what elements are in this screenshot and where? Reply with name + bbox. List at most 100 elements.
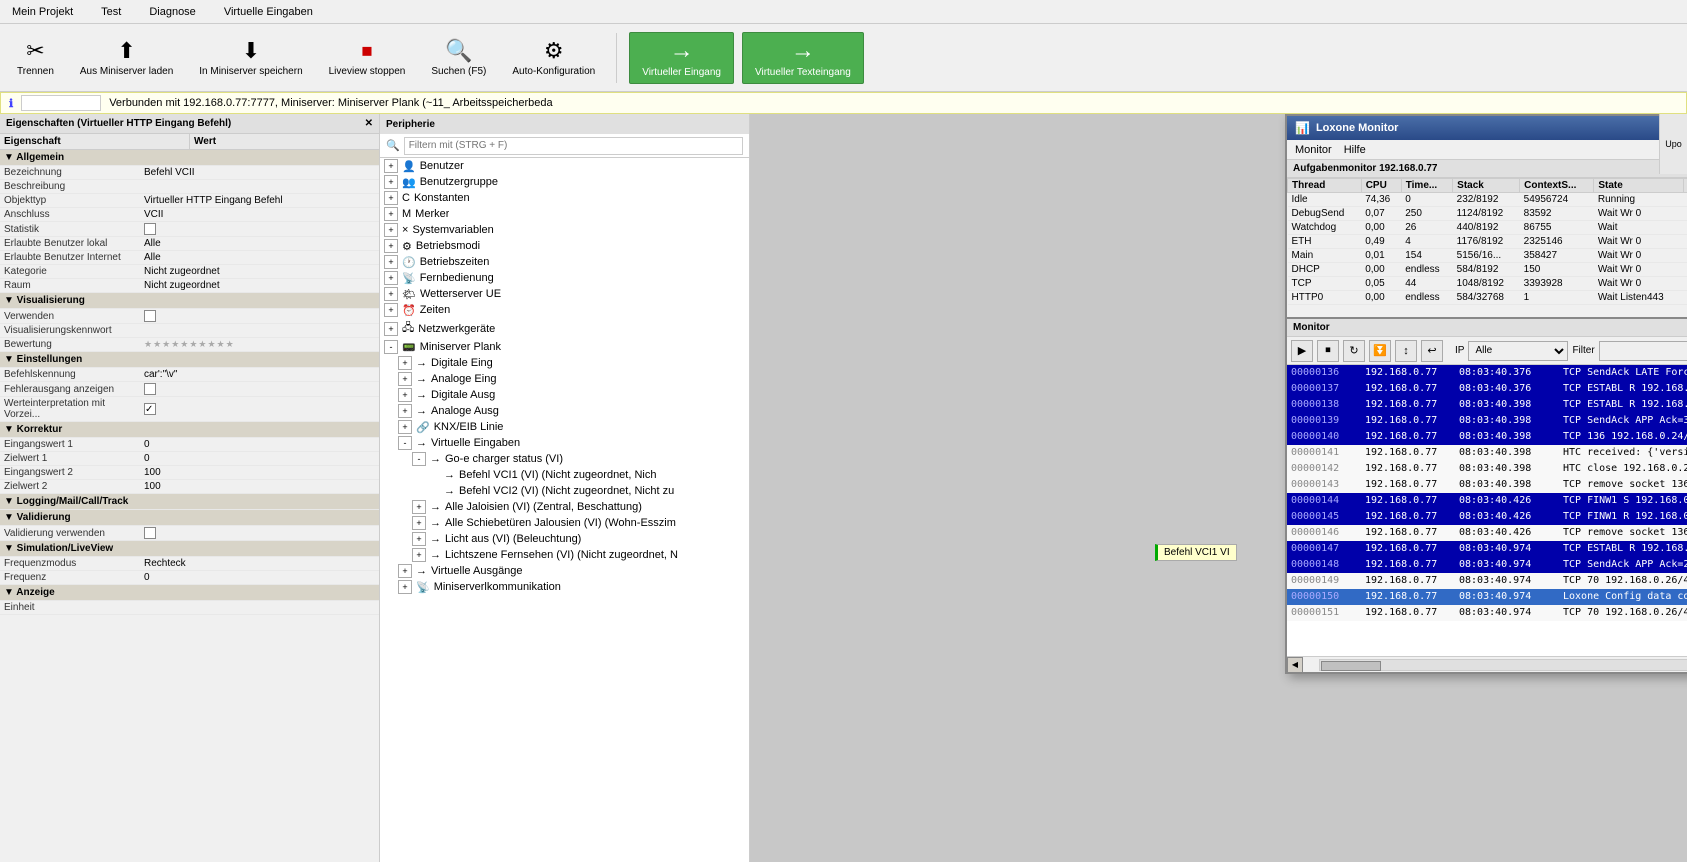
log-row[interactable]: 00000150 192.168.0.77 08:03:40.974 Loxon… [1287, 589, 1687, 605]
section-header-simulation-liveview[interactable]: ▼ Simulation/LiveView [0, 541, 379, 557]
section-header-einstellungen[interactable]: ▼ Einstellungen [0, 352, 379, 368]
tree-item-14[interactable]: +→Digitale Ausg [380, 387, 749, 403]
tree-item-7[interactable]: +📡Fernbedienung [380, 270, 749, 286]
autoconfig-button[interactable]: ⚙ Auto-Konfiguration [503, 33, 604, 82]
log-row[interactable]: 00000143 192.168.0.77 08:03:40.398 TCP r… [1287, 477, 1687, 493]
log-row[interactable]: 00000141 192.168.0.77 08:03:40.398 HTC r… [1287, 445, 1687, 461]
h-scrollbar-track[interactable] [1319, 659, 1687, 671]
trennen-button[interactable]: ✂ Trennen [8, 33, 63, 82]
monitor-menu-monitor[interactable]: Monitor [1295, 144, 1332, 156]
tree-item-0[interactable]: +👤Benutzer [380, 158, 749, 174]
tree-item-3[interactable]: +MMerker [380, 206, 749, 222]
tree-expand-btn[interactable]: + [398, 356, 412, 370]
section-header-allgemein[interactable]: ▼ Allgemein [0, 150, 379, 166]
tree-item-12[interactable]: +→Digitale Eing [380, 355, 749, 371]
tree-expand-btn[interactable]: + [384, 175, 398, 189]
task-col-time[interactable]: Time... [1401, 179, 1452, 193]
task-col-cpu[interactable]: CPU [1361, 179, 1401, 193]
section-header-visualisierung[interactable]: ▼ Visualisierung [0, 293, 379, 309]
tree-item-26[interactable]: +📡Miniserverlkommunikation [380, 579, 749, 595]
log-row[interactable]: 00000139 192.168.0.77 08:03:40.398 TCP S… [1287, 413, 1687, 429]
tree-item-4[interactable]: +×Systemvariablen [380, 222, 749, 238]
tree-expand-btn[interactable]: + [384, 239, 398, 253]
befehl-vci1-block1[interactable]: Befehl VCI1 VI [1155, 544, 1237, 561]
log-row[interactable]: 00000136 192.168.0.77 08:03:40.376 TCP S… [1287, 365, 1687, 381]
liveview-button[interactable]: ⏹ Liveview stoppen [320, 33, 415, 82]
tree-item-19[interactable]: +→Befehl VCI1 (VI) (Nicht zugeordnet, Ni… [380, 467, 749, 483]
tree-expand-btn[interactable]: + [384, 303, 398, 317]
checkbox-verwenden[interactable] [144, 310, 156, 322]
log-row[interactable]: 00000146 192.168.0.77 08:03:40.426 TCP r… [1287, 525, 1687, 541]
save-button[interactable]: ⬇ In Miniserver speichern [190, 33, 311, 82]
scroll-left-btn[interactable]: ◀ [1287, 657, 1303, 673]
virtual-text-input-button[interactable]: → Virtueller Texteingang [742, 32, 864, 84]
tree-expand-btn[interactable]: + [384, 287, 398, 301]
virtual-input-button[interactable]: → Virtueller Eingang [629, 32, 734, 84]
section-header-logging-mail-call-track[interactable]: ▼ Logging/Mail/Call/Track [0, 494, 379, 510]
tree-expand-btn[interactable]: + [384, 322, 398, 336]
task-col-contexts[interactable]: ContextS... [1520, 179, 1594, 193]
tree-item-11[interactable]: -📟Miniserver Plank [380, 339, 749, 355]
menu-item-diagnose[interactable]: Diagnose [145, 4, 199, 20]
load-button[interactable]: ⬆ Aus Miniserver laden [71, 33, 182, 82]
tree-item-17[interactable]: -→Virtuelle Eingaben [380, 435, 749, 451]
tree-expand-btn[interactable]: + [412, 516, 426, 530]
tree-item-1[interactable]: +👥Benutzergruppe [380, 174, 749, 190]
tree-item-2[interactable]: +CKonstanten [380, 190, 749, 206]
log-row[interactable]: 00000140 192.168.0.77 08:03:40.398 TCP 1… [1287, 429, 1687, 445]
task-row[interactable]: Main0,011545156/16...358427Wait Wr 000 [1288, 249, 1687, 263]
tree-expand-btn[interactable]: - [412, 452, 426, 466]
checkbox-statistik[interactable] [144, 223, 156, 235]
tree-item-21[interactable]: +→Alle Jaloisien (VI) (Zentral, Beschatt… [380, 499, 749, 515]
tree-item-5[interactable]: +⚙Betriebsmodi [380, 238, 749, 254]
task-row[interactable]: DHCP0,00endless584/8192150Wait Wr 000 [1288, 263, 1687, 277]
task-col-mem[interactable]: Mem [1683, 179, 1687, 193]
tree-expand-btn[interactable]: + [398, 420, 412, 434]
tree-expand-btn[interactable]: + [398, 564, 412, 578]
tree-item-8[interactable]: +🌤Wetterserver UE [380, 286, 749, 302]
play-button[interactable]: ▶ [1291, 340, 1313, 362]
log-row[interactable]: 00000137 192.168.0.77 08:03:40.376 TCP E… [1287, 381, 1687, 397]
scroll-bottom-button[interactable]: ⏬ [1369, 340, 1391, 362]
log-row[interactable]: 00000138 192.168.0.77 08:03:40.398 TCP E… [1287, 397, 1687, 413]
menu-item-virtuelle[interactable]: Virtuelle Eingaben [220, 4, 317, 20]
tree-expand-btn[interactable]: - [384, 340, 398, 354]
tree-item-15[interactable]: +→Analoge Ausg [380, 403, 749, 419]
tree-expand-btn[interactable]: + [384, 255, 398, 269]
task-row[interactable]: ETH0,4941176/81922325146Wait Wr 000 [1288, 235, 1687, 249]
checkbox-werteinterpretation-mit-vorzei...[interactable]: ✓ [144, 403, 156, 415]
tree-expand-btn[interactable]: + [398, 404, 412, 418]
tree-expand-btn[interactable]: + [384, 191, 398, 205]
expand-button[interactable]: ↕ [1395, 340, 1417, 362]
log-row[interactable]: 00000145 192.168.0.77 08:03:40.426 TCP F… [1287, 509, 1687, 525]
tree-item-18[interactable]: -→Go-e charger status (VI) [380, 451, 749, 467]
tree-expand-btn[interactable]: + [412, 548, 426, 562]
filter-input[interactable] [404, 137, 743, 155]
section-header-anzeige[interactable]: ▼ Anzeige [0, 585, 379, 601]
tree-expand-btn[interactable]: - [398, 436, 412, 450]
checkbox-fehlerausgang-anzeigen[interactable] [144, 383, 156, 395]
checkbox-validierung-verwenden[interactable] [144, 527, 156, 539]
section-header-korrektur[interactable]: ▼ Korrektur [0, 422, 379, 438]
log-row[interactable]: 00000147 192.168.0.77 08:03:40.974 TCP E… [1287, 541, 1687, 557]
tree-item-6[interactable]: +🕐Betriebszeiten [380, 254, 749, 270]
task-row[interactable]: TCP0,05441048/81923393928Wait Wr 000 [1288, 277, 1687, 291]
log-row[interactable]: 00000144 192.168.0.77 08:03:40.426 TCP F… [1287, 493, 1687, 509]
stop-monitor-button[interactable]: ⏹ [1317, 340, 1339, 362]
tree-item-23[interactable]: +→Licht aus (VI) (Beleuchtung) [380, 531, 749, 547]
tree-item-16[interactable]: +🔗KNX/EIB Linie [380, 419, 749, 435]
task-row[interactable]: HTTP00,00endless584/327681Wait Listen443… [1288, 291, 1687, 305]
tree-item-25[interactable]: +→Virtuelle Ausgänge [380, 563, 749, 579]
tree-item-9[interactable]: +⏰Zeiten [380, 302, 749, 318]
back-button[interactable]: ↩ [1421, 340, 1443, 362]
monitor-log[interactable]: 00000136 192.168.0.77 08:03:40.376 TCP S… [1287, 365, 1687, 656]
h-scrollbar-thumb[interactable] [1321, 661, 1381, 671]
log-row[interactable]: 00000148 192.168.0.77 08:03:40.974 TCP S… [1287, 557, 1687, 573]
tree-item-10[interactable]: +🖧Netzwerkgeräte [380, 318, 749, 339]
tree-expand-btn[interactable]: + [412, 532, 426, 546]
tree-item-22[interactable]: +→Alle Schiebetüren Jalousien (VI) (Wohn… [380, 515, 749, 531]
ip-filter-dropdown[interactable]: Alle [1468, 341, 1568, 361]
tree-expand-btn[interactable]: + [384, 271, 398, 285]
tree-item-24[interactable]: +→Lichtszene Fernsehen (VI) (Nicht zugeo… [380, 547, 749, 563]
menu-item-test[interactable]: Test [97, 4, 125, 20]
